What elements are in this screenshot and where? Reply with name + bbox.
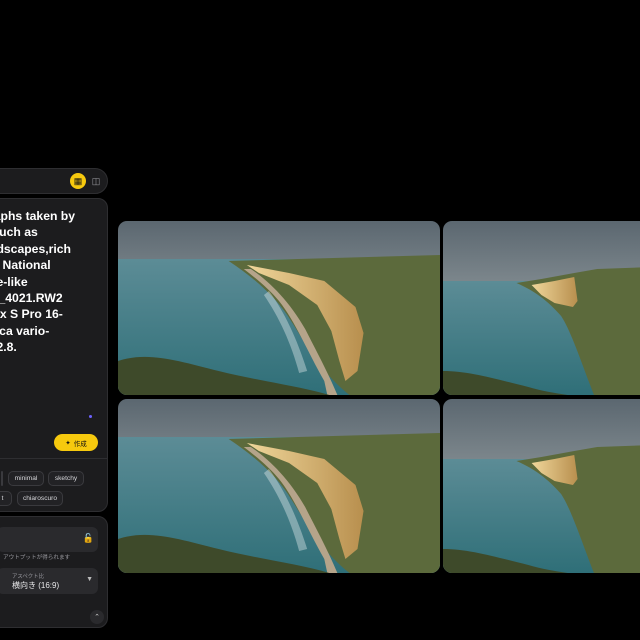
style-chip-blank[interactable] — [1, 471, 3, 486]
compare-icon[interactable]: ◫ — [88, 173, 104, 189]
aspect-ratio-value: 横向き (16:9) — [12, 581, 60, 590]
grid-view-icon[interactable]: ▦ — [70, 173, 86, 189]
lock-icon[interactable]: 🔓 — [83, 533, 94, 544]
seed-field[interactable]: 🔓 — [0, 527, 98, 552]
generated-image-1[interactable] — [118, 221, 440, 395]
view-toolbar: ▦ ◫ — [0, 168, 108, 194]
generated-image-2[interactable] — [443, 221, 640, 395]
collapse-icon[interactable]: ⌃ — [90, 610, 104, 624]
generated-image-4[interactable] — [443, 399, 640, 573]
create-button[interactable]: ✦ 作成 — [54, 434, 98, 451]
create-button-label: 作成 — [73, 440, 87, 448]
aspect-ratio-label: アスペクト比 — [12, 574, 44, 580]
settings-panel: 🔓 アウトプットが得られます アスペクト比 横向き (16:9) ▼ ⌃ — [0, 516, 108, 628]
sparkle-icon: ✦ — [65, 439, 71, 447]
aspect-ratio-select[interactable]: アスペクト比 横向き (16:9) ▼ — [0, 568, 98, 594]
prompt-textarea[interactable]: raphs taken by such as ndscapes,rich s, … — [0, 208, 107, 356]
style-chip-chiaroscuro[interactable]: chiaroscuro — [17, 491, 63, 506]
divider — [0, 458, 107, 459]
style-chip-minimal[interactable]: minimal — [8, 471, 44, 486]
prompt-panel: raphs taken by such as ndscapes,rich s, … — [0, 198, 108, 512]
style-chip-sketchy[interactable]: sketchy — [48, 471, 84, 486]
status-dot — [89, 415, 92, 418]
output-note: アウトプットが得られます — [3, 555, 71, 561]
style-chip-t[interactable]: t — [0, 491, 12, 506]
chevron-down-icon: ▼ — [86, 576, 93, 583]
generated-image-3[interactable] — [118, 399, 440, 573]
